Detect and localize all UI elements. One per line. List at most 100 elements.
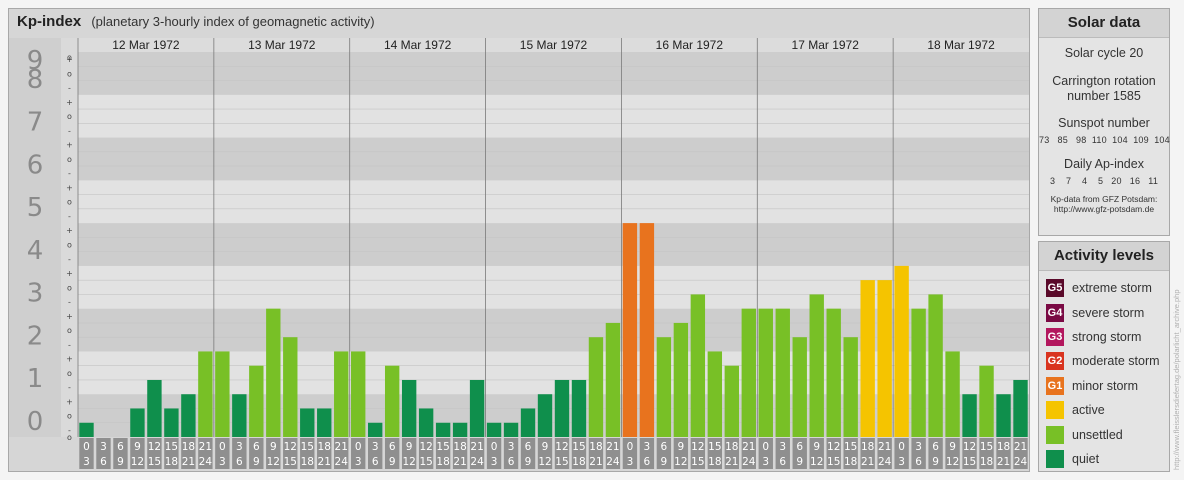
legend-swatch: G5	[1046, 279, 1064, 298]
hour-start-label: 0	[491, 441, 498, 453]
kp-bar	[741, 308, 756, 437]
y-tick-label: 9	[27, 46, 44, 76]
hour-end-label: 6	[508, 456, 515, 468]
legend-swatch	[1046, 401, 1064, 420]
hour-end-label: 18	[165, 456, 178, 468]
kp-bar	[1013, 379, 1028, 437]
hour-end-label: 3	[83, 456, 90, 468]
legend-item-strong-storm: G3 strong storm	[1039, 325, 1169, 349]
y-subtick-label: o	[67, 283, 72, 292]
y-subtick-label: o	[67, 241, 72, 250]
kp-bar	[673, 322, 689, 437]
legend-swatch	[1046, 425, 1064, 444]
kp-bar	[198, 351, 213, 437]
hour-end-label: 9	[796, 456, 803, 468]
hour-end-label: 15	[963, 456, 976, 468]
hour-end-label: 24	[335, 456, 349, 468]
hour-start-label: 18	[589, 441, 602, 453]
hour-end-label: 18	[572, 456, 585, 468]
data-credit-link[interactable]: http://www.gfz-potsdam.de	[1039, 204, 1169, 214]
hour-start-label: 18	[997, 441, 1010, 453]
hour-start-label: 21	[199, 441, 212, 453]
y-tick-label: 5	[27, 193, 44, 223]
hour-start-label: 21	[878, 441, 891, 453]
kp-bar	[809, 294, 824, 437]
hour-end-label: 6	[779, 456, 786, 468]
kp-bar	[435, 422, 451, 437]
hour-start-label: 0	[762, 441, 769, 453]
hour-start-label: 9	[678, 441, 685, 453]
kp-bar	[334, 351, 349, 437]
hour-end-label: 15	[148, 456, 161, 468]
hour-end-label: 15	[284, 456, 297, 468]
hour-end-label: 18	[301, 456, 314, 468]
hour-start-label: 12	[555, 441, 568, 453]
hour-end-label: 21	[997, 456, 1010, 468]
hour-start-label: 18	[861, 441, 874, 453]
legend-swatch: G2	[1046, 352, 1064, 371]
hour-end-label: 21	[861, 456, 874, 468]
kp-bar	[979, 365, 994, 437]
hour-start-label: 9	[813, 441, 820, 453]
kp-bar	[656, 337, 672, 437]
ap-index-values: 3 7 4 5 20 16 11	[1049, 176, 1159, 186]
carrington-line1: Carrington rotation	[1052, 74, 1156, 88]
hour-start-label: 15	[980, 441, 993, 453]
hour-end-label: 9	[389, 456, 396, 468]
hour-start-label: 15	[572, 441, 585, 453]
kp-bar	[945, 351, 960, 437]
hour-start-label: 21	[1014, 441, 1027, 453]
hour-start-label: 9	[134, 441, 141, 453]
kp-bar	[401, 379, 417, 437]
hour-start-label: 18	[453, 441, 466, 453]
hour-start-label: 6	[796, 441, 803, 453]
kp-bar	[486, 422, 502, 437]
hour-end-label: 3	[219, 456, 226, 468]
kp-bar	[418, 408, 434, 437]
hour-start-label: 6	[253, 441, 260, 453]
kp-bar	[469, 379, 485, 437]
hour-start-label: 3	[508, 441, 515, 453]
y-subtick-label: +	[66, 397, 73, 406]
y-tick-label: 2	[27, 321, 44, 351]
hour-end-label: 3	[898, 456, 905, 468]
kp-bar	[860, 280, 875, 437]
hour-start-label: 0	[898, 441, 905, 453]
y-subtick-label: +	[66, 269, 73, 278]
kp-bar	[147, 379, 162, 437]
hour-end-label: 18	[844, 456, 857, 468]
hour-end-label: 24	[878, 456, 892, 468]
kp-bar	[164, 408, 179, 437]
hour-end-label: 24	[199, 456, 213, 468]
hour-end-label: 24	[742, 456, 756, 468]
band-8	[78, 52, 1029, 95]
y-subtick-label: +	[66, 355, 73, 364]
day-label: 12 Mar 1972	[112, 38, 180, 52]
legend-label: moderate storm	[1072, 354, 1160, 369]
hour-end-label: 15	[419, 456, 432, 468]
hour-end-label: 15	[827, 456, 840, 468]
y-subtick-label: +	[66, 312, 73, 321]
activity-levels-panel: Activity levels G5 extreme storm G4 severe …	[1038, 241, 1170, 472]
band-4	[78, 223, 1029, 266]
legend-item-unsettled: unsettled	[1039, 422, 1169, 446]
sunspot-values: 73 85 98 110 104 109 104	[1039, 135, 1170, 145]
hour-end-label: 15	[555, 456, 568, 468]
hour-end-label: 12	[810, 456, 823, 468]
kp-bar	[283, 337, 298, 437]
legend-label: extreme storm	[1072, 281, 1152, 296]
kp-bar	[996, 394, 1011, 437]
hour-start-label: 6	[389, 441, 396, 453]
hour-end-label: 3	[762, 456, 769, 468]
hour-end-label: 3	[491, 456, 498, 468]
y-subtick-label: +	[66, 226, 73, 235]
hour-end-label: 21	[725, 456, 738, 468]
hour-start-label: 9	[406, 441, 413, 453]
kp-bar	[503, 422, 519, 437]
hour-start-label: 12	[963, 441, 976, 453]
hour-end-label: 12	[538, 456, 551, 468]
kp-bar	[843, 337, 858, 437]
band-6	[78, 137, 1029, 181]
hour-start-label: 15	[301, 441, 314, 453]
day-label: 14 Mar 1972	[384, 38, 452, 52]
